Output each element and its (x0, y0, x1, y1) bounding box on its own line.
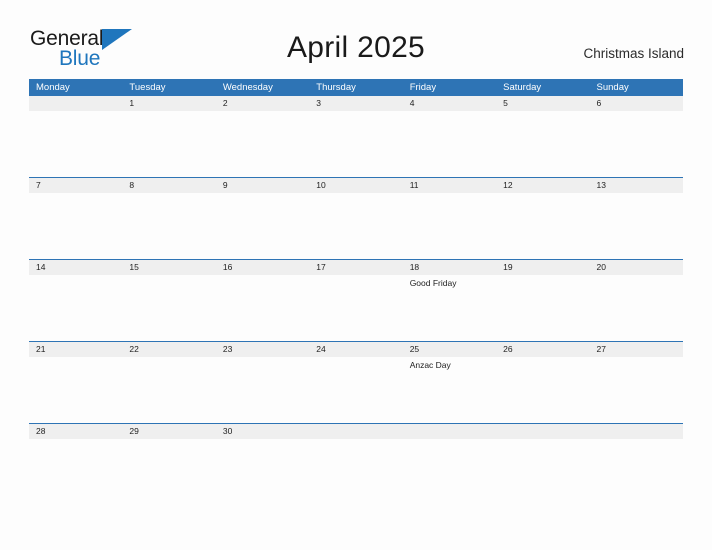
week-event-strip (29, 439, 683, 505)
weekday-header-row: Monday Tuesday Wednesday Thursday Friday… (29, 79, 683, 96)
day-event[interactable] (309, 357, 402, 423)
day-event[interactable] (216, 439, 309, 505)
day-event[interactable]: Good Friday (403, 275, 496, 341)
day-event[interactable] (403, 111, 496, 177)
day-event[interactable] (496, 111, 589, 177)
week-date-strip: 21 22 23 24 25 26 27 (29, 342, 683, 357)
day-number[interactable] (496, 424, 589, 439)
day-number[interactable]: 18 (403, 260, 496, 275)
week-date-strip: 7 8 9 10 11 12 13 (29, 178, 683, 193)
day-number[interactable]: 5 (496, 96, 589, 111)
day-number[interactable]: 9 (216, 178, 309, 193)
day-number[interactable]: 27 (590, 342, 683, 357)
week-event-strip: Good Friday (29, 275, 683, 341)
day-event[interactable] (122, 111, 215, 177)
day-number[interactable]: 28 (29, 424, 122, 439)
day-event[interactable] (309, 275, 402, 341)
day-event[interactable] (496, 193, 589, 259)
day-number[interactable]: 15 (122, 260, 215, 275)
day-event[interactable] (309, 439, 402, 505)
week-row: 28 29 30 (29, 423, 683, 505)
day-number[interactable]: 22 (122, 342, 215, 357)
day-number[interactable]: 12 (496, 178, 589, 193)
day-event[interactable] (590, 275, 683, 341)
day-number[interactable] (403, 424, 496, 439)
day-event[interactable] (496, 275, 589, 341)
day-event[interactable] (122, 275, 215, 341)
day-number[interactable]: 3 (309, 96, 402, 111)
day-event[interactable] (216, 275, 309, 341)
weekday-wednesday: Wednesday (222, 82, 273, 93)
week-event-strip (29, 193, 683, 259)
week-date-strip: 28 29 30 (29, 424, 683, 439)
week-event-strip: Anzac Day (29, 357, 683, 423)
day-event[interactable] (309, 111, 402, 177)
day-number[interactable]: 13 (590, 178, 683, 193)
day-event[interactable] (590, 439, 683, 505)
week-row: 14 15 16 17 18 19 20 Good Friday (29, 259, 683, 341)
day-event[interactable] (403, 439, 496, 505)
day-number[interactable]: 6 (590, 96, 683, 111)
day-number[interactable]: 30 (216, 424, 309, 439)
day-event[interactable] (496, 357, 589, 423)
day-event[interactable] (122, 193, 215, 259)
day-event[interactable] (216, 193, 309, 259)
day-number[interactable] (590, 424, 683, 439)
day-number[interactable]: 24 (309, 342, 402, 357)
day-number[interactable]: 16 (216, 260, 309, 275)
week-row: 1 2 3 4 5 6 (29, 96, 683, 177)
weekday-saturday: Saturday (503, 82, 542, 93)
weekday-thursday: Thursday (316, 82, 356, 93)
day-number[interactable]: 17 (309, 260, 402, 275)
day-event[interactable] (590, 193, 683, 259)
day-number[interactable]: 25 (403, 342, 496, 357)
day-number[interactable]: 2 (216, 96, 309, 111)
day-event[interactable] (29, 275, 122, 341)
day-event[interactable] (29, 357, 122, 423)
day-event[interactable] (590, 357, 683, 423)
day-number[interactable] (309, 424, 402, 439)
weekday-friday: Friday (409, 82, 437, 93)
week-date-strip: 1 2 3 4 5 6 (29, 96, 683, 111)
day-number[interactable]: 20 (590, 260, 683, 275)
day-event[interactable] (29, 111, 122, 177)
day-event[interactable] (29, 193, 122, 259)
day-event[interactable] (403, 193, 496, 259)
day-number[interactable]: 10 (309, 178, 402, 193)
location-label: Christmas Island (583, 46, 684, 61)
day-event[interactable] (309, 193, 402, 259)
day-event[interactable] (590, 111, 683, 177)
day-event[interactable] (496, 439, 589, 505)
day-number[interactable]: 8 (122, 178, 215, 193)
day-number[interactable]: 1 (122, 96, 215, 111)
day-number[interactable]: 21 (29, 342, 122, 357)
day-number[interactable] (29, 96, 122, 111)
week-row: 21 22 23 24 25 26 27 Anzac Day (29, 341, 683, 423)
day-event[interactable] (29, 439, 122, 505)
day-event[interactable] (122, 357, 215, 423)
day-number[interactable]: 11 (403, 178, 496, 193)
day-number[interactable]: 29 (122, 424, 215, 439)
weekday-monday: Monday (36, 82, 70, 93)
calendar-page: General Blue April 2025 Christmas Island… (0, 0, 712, 550)
day-number[interactable]: 19 (496, 260, 589, 275)
week-date-strip: 14 15 16 17 18 19 20 (29, 260, 683, 275)
day-event[interactable] (122, 439, 215, 505)
calendar-grid: Monday Tuesday Wednesday Thursday Friday… (29, 79, 683, 505)
day-number[interactable]: 23 (216, 342, 309, 357)
day-event[interactable]: Anzac Day (403, 357, 496, 423)
week-event-strip (29, 111, 683, 177)
day-number[interactable]: 4 (403, 96, 496, 111)
day-event[interactable] (216, 357, 309, 423)
weekday-sunday: Sunday (596, 82, 629, 93)
week-row: 7 8 9 10 11 12 13 (29, 177, 683, 259)
day-number[interactable]: 26 (496, 342, 589, 357)
day-event[interactable] (216, 111, 309, 177)
weekday-tuesday: Tuesday (129, 82, 166, 93)
day-number[interactable]: 14 (29, 260, 122, 275)
day-number[interactable]: 7 (29, 178, 122, 193)
page-header: General Blue April 2025 Christmas Island (0, 0, 712, 78)
